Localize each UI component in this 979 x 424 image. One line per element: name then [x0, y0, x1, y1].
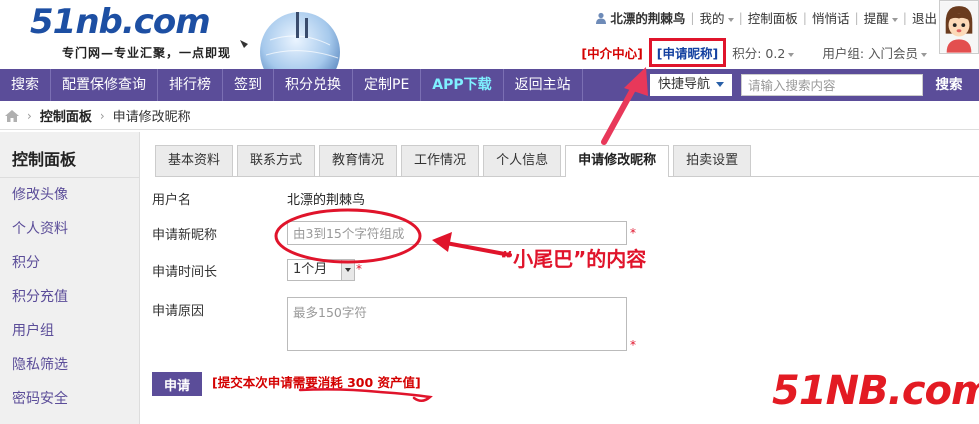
tab-education[interactable]: 教育情况 — [319, 145, 398, 176]
quick-nav-label: 快捷导航 — [658, 77, 711, 92]
main-nav: 搜索 配置保修查询 排行榜 签到 积分兑换 定制PE APP下载 返回主站 快捷… — [0, 69, 979, 101]
sidebar-item-points[interactable]: 积分 — [0, 246, 139, 280]
agent-center-link[interactable]: [中介中心] — [581, 43, 642, 62]
tab-personal[interactable]: 个人信息 — [483, 145, 562, 176]
tab-contact[interactable]: 联系方式 — [237, 145, 316, 176]
sidebar-title: 控制面板 — [0, 132, 139, 178]
username-label: 用户名 — [152, 193, 192, 208]
usergroup-label: 用户组: 入门会员 — [822, 46, 918, 61]
divider: | — [802, 10, 808, 25]
breadcrumb: › 控制面板 › 申请修改昵称 — [0, 102, 979, 130]
username-value: 北漂的荆棘鸟 — [287, 193, 366, 208]
divider: | — [854, 10, 859, 25]
sidebar-item-profile[interactable]: 个人资料 — [0, 212, 139, 246]
sidebar-item-password[interactable]: 密码安全 — [0, 382, 139, 416]
duration-value: 1个月 — [293, 262, 328, 277]
new-nickname-label: 申请新昵称 — [152, 228, 218, 243]
points-label: 积分: 0.2 — [732, 46, 786, 61]
tab-work[interactable]: 工作情况 — [401, 145, 480, 176]
site-logo[interactable]: 51nb.com — [30, 2, 211, 42]
home-icon[interactable] — [5, 109, 19, 122]
sidebar-item-privacy[interactable]: 隐私筛选 — [0, 348, 139, 382]
control-panel-link[interactable]: 控制面板 — [748, 8, 798, 27]
nav-item-points-exchange[interactable]: 积分兑换 — [274, 69, 353, 101]
breadcrumb-separator: › — [99, 108, 105, 123]
tab-basic[interactable]: 基本资料 — [155, 145, 234, 176]
globe-illustration — [240, 12, 340, 70]
nav-item-app-download[interactable]: APP下载 — [421, 69, 504, 101]
divider: | — [902, 10, 907, 25]
nav-item-signin[interactable]: 签到 — [223, 69, 274, 101]
cost-note: [提交本次申请需要消耗 300 资产值] — [212, 375, 421, 390]
required-mark: * — [630, 338, 636, 352]
points-menu[interactable]: 积分: 0.2 — [732, 43, 795, 62]
username-link[interactable]: 北漂的荆棘鸟 — [610, 8, 685, 27]
required-mark: * — [356, 262, 362, 276]
user-icon — [596, 12, 607, 24]
user-bar-secondary: [中介中心] [申请昵称] 积分: 0.2 用户组: 入门会员 — [581, 38, 927, 67]
submit-button[interactable]: 申请 — [152, 372, 202, 396]
reason-label: 申请原因 — [152, 304, 205, 319]
duration-select[interactable]: 1个月 — [287, 259, 355, 281]
chevron-down-icon — [921, 52, 927, 57]
apply-nickname-link[interactable]: [申请昵称] — [648, 38, 727, 67]
divider: | — [738, 10, 743, 25]
my-menu-link[interactable]: 我的 — [700, 8, 734, 27]
site-tagline: 专门网—专业汇聚，一点即现 — [62, 46, 232, 60]
sidebar-item-avatar[interactable]: 修改头像 — [0, 178, 139, 212]
underline-annotation — [298, 388, 433, 402]
avatar[interactable] — [939, 0, 979, 54]
usergroup-menu[interactable]: 用户组: 入门会员 — [822, 43, 927, 62]
chevron-down-icon — [716, 82, 725, 87]
tab-change-nickname[interactable]: 申请修改昵称 — [565, 145, 670, 177]
breadcrumb-control-panel[interactable]: 控制面板 — [40, 106, 92, 125]
search-button[interactable]: 搜索 — [928, 74, 970, 96]
sidebar-item-recharge[interactable]: 积分充值 — [0, 280, 139, 314]
required-mark: * — [630, 226, 636, 240]
duration-label: 申请时间长 — [152, 265, 218, 280]
nav-item-main-site[interactable]: 返回主站 — [504, 69, 583, 101]
chevron-down-icon — [727, 17, 734, 22]
nav-item-ranking[interactable]: 排行榜 — [158, 69, 223, 101]
quick-nav-dropdown[interactable]: 快捷导航 — [650, 74, 732, 96]
search-input[interactable] — [741, 74, 923, 96]
user-bar: 北漂的荆棘鸟 | 我的 | 控制面板 | 悄悄话 | 提醒 | 退出 — [595, 8, 937, 27]
reason-textarea[interactable] — [287, 297, 627, 351]
breadcrumb-current: 申请修改昵称 — [112, 110, 191, 125]
nav-item-warranty[interactable]: 配置保修查询 — [51, 69, 158, 101]
messages-link[interactable]: 悄悄话 — [812, 8, 850, 27]
my-menu-label: 我的 — [699, 11, 725, 26]
chevron-down-icon — [341, 260, 354, 280]
reminder-label: 提醒 — [863, 11, 889, 26]
breadcrumb-separator: › — [27, 108, 32, 123]
site-header: 51nb.com 专门网—专业汇聚，一点即现 北漂的荆棘鸟 | 我的 | 控制面… — [0, 0, 979, 70]
watermark: 51NB.com — [772, 368, 979, 414]
chevron-down-icon — [788, 52, 795, 57]
tab-auction[interactable]: 拍卖设置 — [673, 145, 752, 176]
annotation-text: “小尾巴”的内容 — [500, 247, 647, 271]
settings-tabs: 基本资料 联系方式 教育情况 工作情况 个人信息 申请修改昵称 拍卖设置 — [155, 145, 979, 177]
reminder-link[interactable]: 提醒 — [864, 8, 898, 27]
nav-item-search[interactable]: 搜索 — [0, 69, 51, 101]
divider: | — [690, 10, 695, 25]
new-nickname-input[interactable] — [287, 221, 627, 245]
sidebar-item-usergroup[interactable]: 用户组 — [0, 314, 139, 348]
logout-link[interactable]: 退出 — [912, 8, 937, 27]
nav-item-custom-pe[interactable]: 定制PE — [353, 69, 422, 101]
sidebar: 控制面板 修改头像 个人资料 积分 积分充值 用户组 隐私筛选 密码安全 — [0, 132, 140, 424]
chevron-down-icon — [891, 17, 898, 22]
